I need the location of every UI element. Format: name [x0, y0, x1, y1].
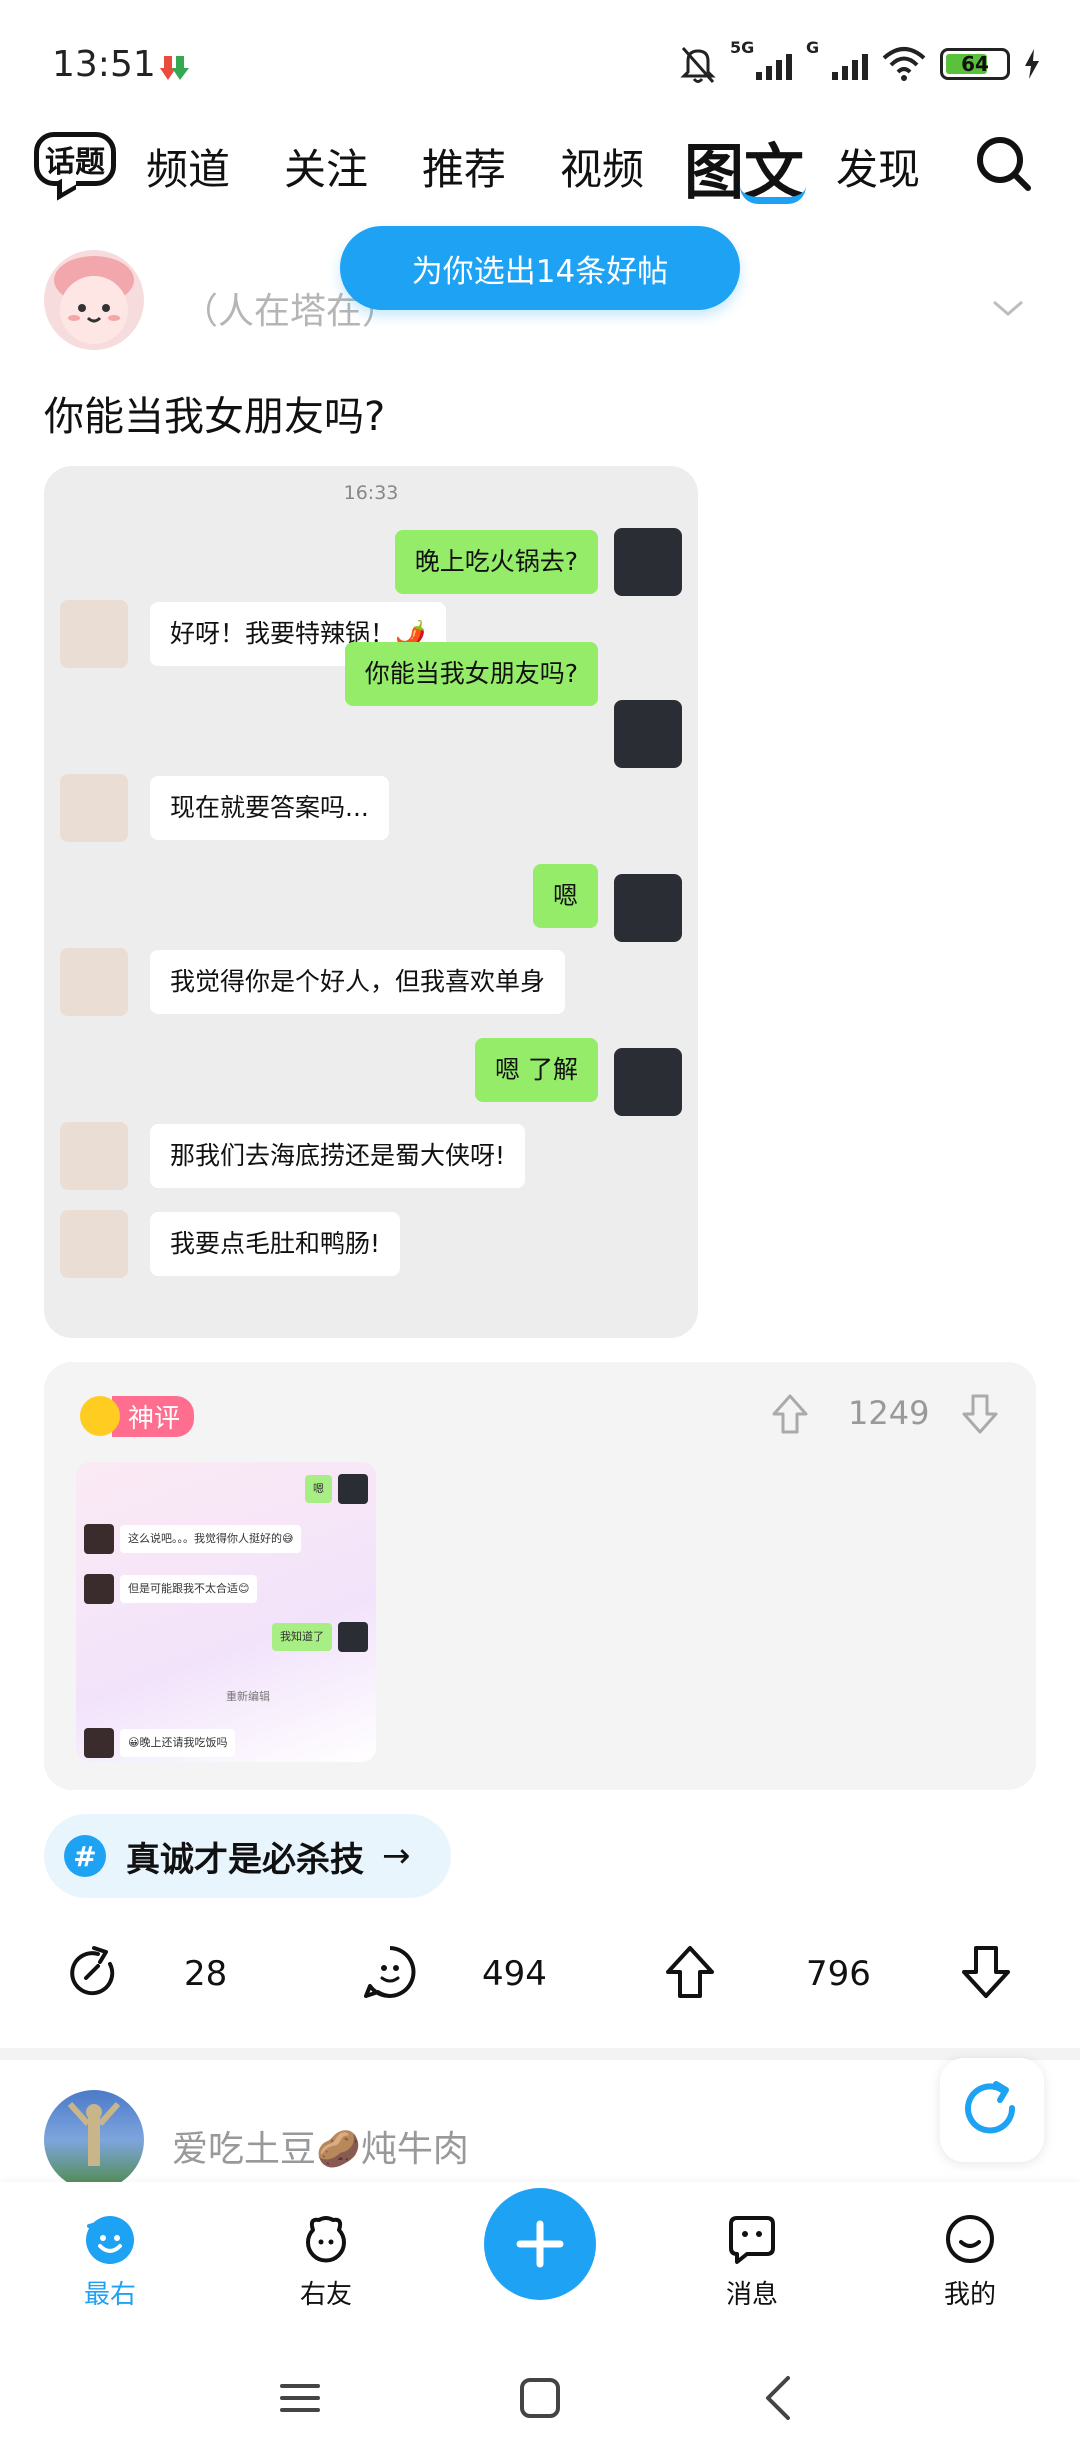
status-time: 13:51: [52, 44, 156, 85]
mini-chat-message: 但是可能跟我不太合适😊: [84, 1574, 258, 1604]
refresh-button[interactable]: [940, 2058, 1044, 2162]
girl-avatar: [60, 1210, 128, 1278]
girl-avatar: [60, 600, 128, 668]
hashtag-icon: #: [64, 1835, 106, 1877]
system-navigation-bar: [0, 2332, 1080, 2460]
god-comment-upvote-count: 1249: [848, 1394, 930, 1432]
pink-character-avatar: [54, 256, 134, 344]
topic-button[interactable]: 话题: [34, 132, 116, 186]
tab-recommend[interactable]: 推荐: [422, 136, 506, 197]
status-icons: 5G G 64: [680, 38, 1040, 86]
downvote-icon[interactable]: [958, 1392, 1002, 1436]
menu-icon[interactable]: [276, 2374, 324, 2422]
chat-message-left: 现在就要答案吗...: [150, 776, 389, 840]
author-avatar[interactable]: [44, 250, 144, 350]
feed-divider: [0, 2048, 1080, 2060]
girl-avatar: [60, 1122, 128, 1190]
upvote-icon[interactable]: [660, 1942, 720, 2002]
refresh-icon: [965, 2081, 1016, 2134]
chat-message-left: 那我们去海底捞还是蜀大侠呀!: [150, 1124, 526, 1188]
next-author-name[interactable]: 爱吃土豆🥔炖牛肉: [172, 2120, 469, 2172]
share-icon[interactable]: [64, 1942, 124, 2002]
nav-item-friends[interactable]: 右友: [266, 2212, 386, 2311]
mute-bell-icon: [680, 47, 716, 83]
mini-chat-message: 嗯: [305, 1474, 368, 1504]
home-square-icon[interactable]: [516, 2374, 564, 2422]
wifi-icon: [882, 47, 926, 81]
download-arrow-icon: [160, 56, 189, 80]
tab-video[interactable]: 视频: [560, 136, 644, 197]
chat-message-left: 我要点毛肚和鸭肠!: [150, 1212, 401, 1276]
chevron-down-icon[interactable]: [990, 290, 1026, 326]
status-bar: 13:51 5G G 64: [0, 0, 1080, 130]
tab-channel[interactable]: 频道: [146, 136, 230, 197]
create-post-button[interactable]: [484, 2188, 596, 2300]
upvote-icon[interactable]: [768, 1392, 812, 1436]
signal-g-icon: G: [806, 38, 868, 84]
search-icon[interactable]: [974, 134, 1034, 194]
mini-chat-message: 😀晚上还请我吃饭吗: [84, 1728, 236, 1758]
battery-icon: 64: [940, 48, 1010, 80]
smiley-icon: [80, 1396, 120, 1436]
boy-avatar: [614, 1048, 682, 1116]
upvote-count: 796: [806, 1954, 871, 1994]
chat-message-right: 嗯 了解: [475, 1038, 598, 1102]
top-navigation: 话题 频道 关注 推荐 视频 图文 发现: [0, 128, 1080, 208]
post-image-chat-screenshot[interactable]: 16:33 晚上吃火锅去? 好呀！我要特辣锅！🌶️ 你能当我女朋友吗? 现在就要…: [44, 466, 698, 1338]
girl-avatar: [60, 948, 128, 1016]
god-comment-image[interactable]: 嗯 这么说吧。。。我觉得你人挺好的😅 但是可能跟我不太合适😊 我知道了 重新编辑…: [76, 1462, 376, 1762]
mini-chat-message: 这么说吧。。。我觉得你人挺好的😅: [84, 1524, 302, 1554]
charging-bolt-icon: [1025, 49, 1039, 79]
mini-chat-message: 我知道了: [272, 1622, 368, 1652]
boy-avatar: [614, 528, 682, 596]
god-comment-card[interactable]: 神评 1249 嗯 这么说吧。。。我觉得你人挺好的😅 但是可能跟我不太合适😊 我…: [44, 1362, 1036, 1790]
next-author-avatar[interactable]: [44, 2090, 144, 2190]
refresh-toast: 为你选出14条好帖: [340, 226, 740, 310]
girl-avatar: [60, 774, 128, 842]
post-title[interactable]: 你能当我女朋友吗?: [44, 384, 385, 442]
tab-following[interactable]: 关注: [284, 136, 368, 197]
nav-item-home[interactable]: 最右: [50, 2212, 170, 2311]
topic-tag[interactable]: # 真诚才是必杀技 →: [44, 1814, 451, 1898]
nav-item-me[interactable]: 我的: [910, 2212, 1030, 2311]
chat-message-right: 你能当我女朋友吗?: [344, 642, 598, 706]
chat-message-left: 我觉得你是个好人，但我喜欢单身: [150, 950, 566, 1014]
post-action-bar: 28 494 796: [0, 1928, 1080, 2018]
signal-5g-icon: 5G: [730, 38, 792, 84]
god-comment-badge: 神评: [80, 1392, 195, 1440]
profile-smile-icon: [946, 2215, 994, 2263]
plus-icon: [516, 2220, 564, 2268]
downvote-icon[interactable]: [956, 1942, 1016, 2002]
comment-icon[interactable]: [360, 1942, 420, 2002]
chat-message-right: 嗯: [532, 864, 598, 928]
chat-message-right: 晚上吃火锅去?: [394, 530, 598, 594]
chat-timestamp: 16:33: [343, 482, 399, 504]
boy-avatar: [614, 874, 682, 942]
mini-chat-system: 重新编辑: [226, 1690, 270, 1703]
zuiyou-logo-icon: [86, 2216, 134, 2264]
boy-avatar: [614, 700, 682, 768]
friends-icon: [306, 2216, 346, 2263]
comment-count: 494: [482, 1954, 547, 1994]
statue-avatar: [67, 2101, 121, 2166]
bottom-navigation: 最右 右友 消息 我的: [0, 2182, 1080, 2332]
share-count: 28: [184, 1954, 228, 1994]
back-icon[interactable]: [756, 2374, 804, 2422]
nav-item-messages[interactable]: 消息: [692, 2212, 812, 2311]
arrow-right-icon: →: [382, 1836, 411, 1876]
message-icon: [729, 2216, 775, 2264]
active-tab-indicator: [740, 186, 806, 204]
tab-discover[interactable]: 发现: [836, 136, 920, 197]
